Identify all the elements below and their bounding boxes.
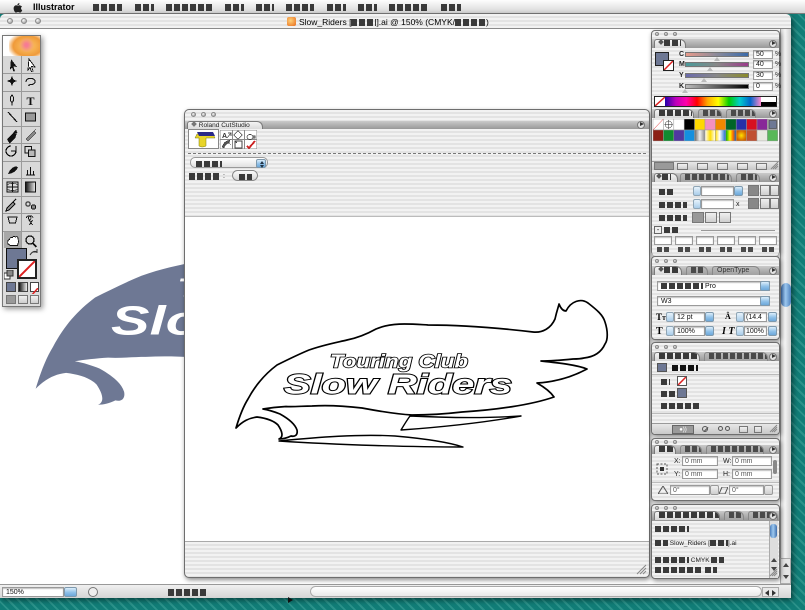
- svg-text:T: T: [27, 94, 35, 108]
- svg-text:A: A: [222, 133, 227, 140]
- svg-text:Slow Riders: Slow Riders: [284, 369, 512, 400]
